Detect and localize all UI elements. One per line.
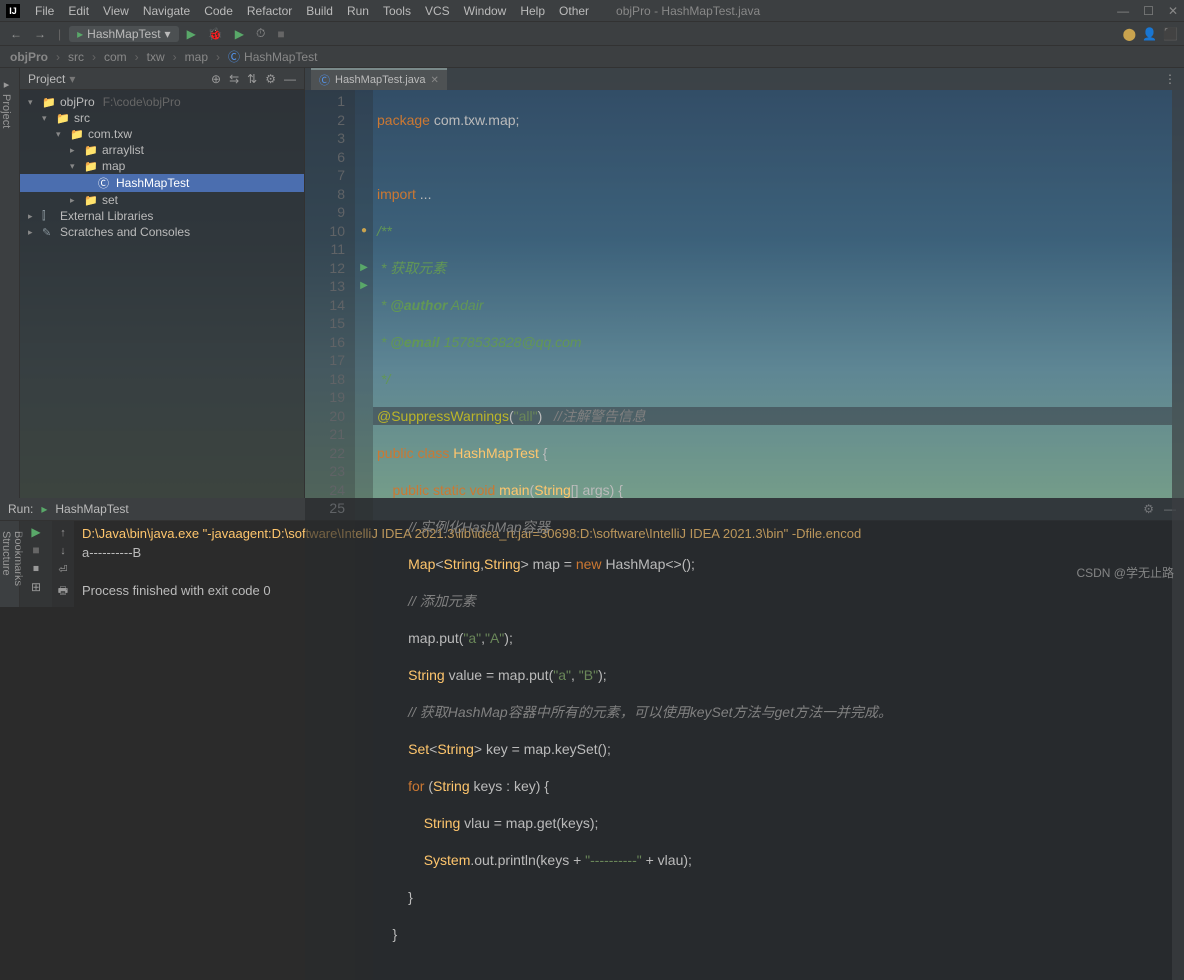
coverage-icon[interactable]: ▶ bbox=[231, 25, 248, 43]
tree-item[interactable]: ▾📁com.txw bbox=[20, 126, 304, 142]
menu-run[interactable]: Run bbox=[340, 4, 376, 18]
code-content[interactable]: package com.txw.map; import ... /** * 获取… bbox=[373, 90, 1172, 980]
tree-item[interactable]: ▸📁arraylist bbox=[20, 142, 304, 158]
chevron-down-icon: ▾ bbox=[165, 27, 171, 41]
watermark: CSDN @学无止路 bbox=[1076, 564, 1174, 581]
settings-icon[interactable]: ⬛ bbox=[1163, 27, 1178, 41]
up-icon[interactable]: ↑ bbox=[60, 527, 66, 539]
run-icon[interactable]: ▶ bbox=[183, 25, 200, 43]
line-gutter: 123678910111213141516171819202122232425 bbox=[305, 90, 355, 980]
avatar-icon[interactable]: 👤 bbox=[1142, 27, 1157, 41]
back-icon[interactable]: ← bbox=[6, 25, 26, 43]
crumb[interactable]: txw bbox=[147, 50, 165, 64]
panel-title: Project bbox=[28, 72, 65, 86]
run-label: Run: bbox=[8, 502, 33, 516]
main-toolbar: ← → | ▸ HashMapTest ▾ ▶ 🐞 ▶ ⏱ ■ ⬤ 👤 ⬛ bbox=[0, 22, 1184, 46]
tree-item[interactable]: ▸📁set bbox=[20, 192, 304, 208]
wrap-icon[interactable]: ⏎ bbox=[58, 563, 67, 576]
crumb-root[interactable]: objPro bbox=[10, 50, 48, 64]
target-icon[interactable]: ⊕ bbox=[211, 72, 221, 86]
editor-menu-icon[interactable]: ⋮ bbox=[1164, 72, 1176, 86]
maximize-icon[interactable]: ☐ bbox=[1143, 4, 1154, 18]
rerun-icon[interactable]: ▶ bbox=[31, 525, 40, 539]
stop-icon[interactable]: ■ bbox=[32, 543, 39, 557]
main-area: ▸ Project Project ▾ ⊕ ⇆ ⇅ ⚙ — ▾📁objProF:… bbox=[0, 68, 1184, 498]
gear-icon[interactable]: ⚙ bbox=[265, 72, 276, 86]
project-panel-header: Project ▾ ⊕ ⇆ ⇅ ⚙ — bbox=[20, 68, 304, 90]
gutter-marks: ● ▶ ▶ bbox=[355, 90, 373, 980]
forward-icon[interactable]: → bbox=[30, 25, 50, 43]
crumb[interactable]: src bbox=[68, 50, 84, 64]
crumb[interactable]: HashMapTest bbox=[244, 50, 317, 64]
menu-navigate[interactable]: Navigate bbox=[136, 4, 197, 18]
menu-file[interactable]: File bbox=[28, 4, 61, 18]
tree-item[interactable]: ▸✎Scratches and Consoles bbox=[20, 224, 304, 240]
play-icon: ▸ bbox=[77, 27, 83, 41]
menu-items: FileEditViewNavigateCodeRefactorBuildRun… bbox=[28, 4, 596, 18]
overview-ruler[interactable] bbox=[1172, 90, 1184, 980]
project-tree[interactable]: ▾📁objProF:\code\objPro▾📁src▾📁com.txw▸📁ar… bbox=[20, 90, 304, 244]
code-editor[interactable]: 123678910111213141516171819202122232425 … bbox=[305, 90, 1184, 980]
menu-help[interactable]: Help bbox=[513, 4, 552, 18]
run-config-selector[interactable]: ▸ HashMapTest ▾ bbox=[69, 26, 178, 42]
tab-label: HashMapTest.java bbox=[335, 74, 426, 86]
project-panel: Project ▾ ⊕ ⇆ ⇅ ⚙ — ▾📁objProF:\code\objP… bbox=[20, 68, 305, 498]
breadcrumb: objPro src com txw map Ⓒ HashMapTest bbox=[0, 46, 1184, 68]
close-icon[interactable]: ✕ bbox=[1168, 4, 1178, 18]
run-sub-controls: ↑ ↓ ⏎ 🖶 bbox=[52, 521, 74, 607]
crumb[interactable]: map bbox=[185, 50, 208, 64]
menu-build[interactable]: Build bbox=[299, 4, 340, 18]
tree-item[interactable]: ▾📁src bbox=[20, 110, 304, 126]
badge-icon[interactable]: ⬤ bbox=[1123, 27, 1136, 41]
window-title: objPro - HashMapTest.java bbox=[616, 4, 760, 18]
menu-other[interactable]: Other bbox=[552, 4, 596, 18]
editor-tab-bar: Ⓒ HashMapTest.java ✕ ⋮ bbox=[305, 68, 1184, 90]
tree-item[interactable]: ▸⫿External Libraries bbox=[20, 208, 304, 224]
down-icon[interactable]: ↓ bbox=[60, 545, 66, 557]
menu-bar: IJ FileEditViewNavigateCodeRefactorBuild… bbox=[0, 0, 1184, 22]
menu-edit[interactable]: Edit bbox=[61, 4, 96, 18]
java-icon: Ⓒ bbox=[319, 72, 330, 88]
menu-refactor[interactable]: Refactor bbox=[240, 4, 299, 18]
menu-code[interactable]: Code bbox=[197, 4, 240, 18]
debug-icon[interactable]: 🐞 bbox=[204, 25, 227, 43]
app-logo: IJ bbox=[6, 4, 20, 18]
minimize-icon[interactable]: — bbox=[1117, 4, 1129, 18]
menu-vcs[interactable]: VCS bbox=[418, 4, 457, 18]
stop-icon[interactable]: ■ bbox=[273, 25, 288, 43]
structure-tool-tab[interactable]: Structure Bookmarks bbox=[0, 521, 20, 607]
tree-item[interactable]: ▾📁objProF:\code\objPro bbox=[20, 94, 304, 110]
tree-item[interactable]: ⒸHashMapTest bbox=[20, 174, 304, 192]
menu-tools[interactable]: Tools bbox=[376, 4, 418, 18]
window-controls: — ☐ ✕ bbox=[1117, 4, 1178, 18]
editor-tab[interactable]: Ⓒ HashMapTest.java ✕ bbox=[311, 68, 447, 90]
run-controls: ▶ ■ ⏹ ⊞ bbox=[20, 521, 52, 607]
toolbar-right: ⬤ 👤 ⬛ bbox=[1123, 27, 1178, 41]
tab-close-icon[interactable]: ✕ bbox=[431, 75, 439, 86]
menu-view[interactable]: View bbox=[96, 4, 136, 18]
tree-item[interactable]: ▾📁map bbox=[20, 158, 304, 174]
profile-icon[interactable]: ⏱ bbox=[252, 24, 269, 43]
project-tool-tab[interactable]: ▸ Project bbox=[0, 68, 20, 498]
play-icon: ▸ bbox=[41, 502, 47, 516]
editor-area: Ⓒ HashMapTest.java ✕ ⋮ 12367891011121314… bbox=[305, 68, 1184, 498]
hide-icon[interactable]: — bbox=[284, 72, 296, 86]
crumb[interactable]: com bbox=[104, 50, 127, 64]
collapse-icon[interactable]: ⇆ bbox=[229, 72, 239, 86]
exit-icon[interactable]: ⏹ bbox=[33, 561, 39, 576]
run-tab-label[interactable]: HashMapTest bbox=[55, 502, 128, 516]
expand-icon[interactable]: ⇅ bbox=[247, 72, 257, 86]
menu-window[interactable]: Window bbox=[457, 4, 514, 18]
layout-icon[interactable]: ⊞ bbox=[31, 580, 41, 594]
